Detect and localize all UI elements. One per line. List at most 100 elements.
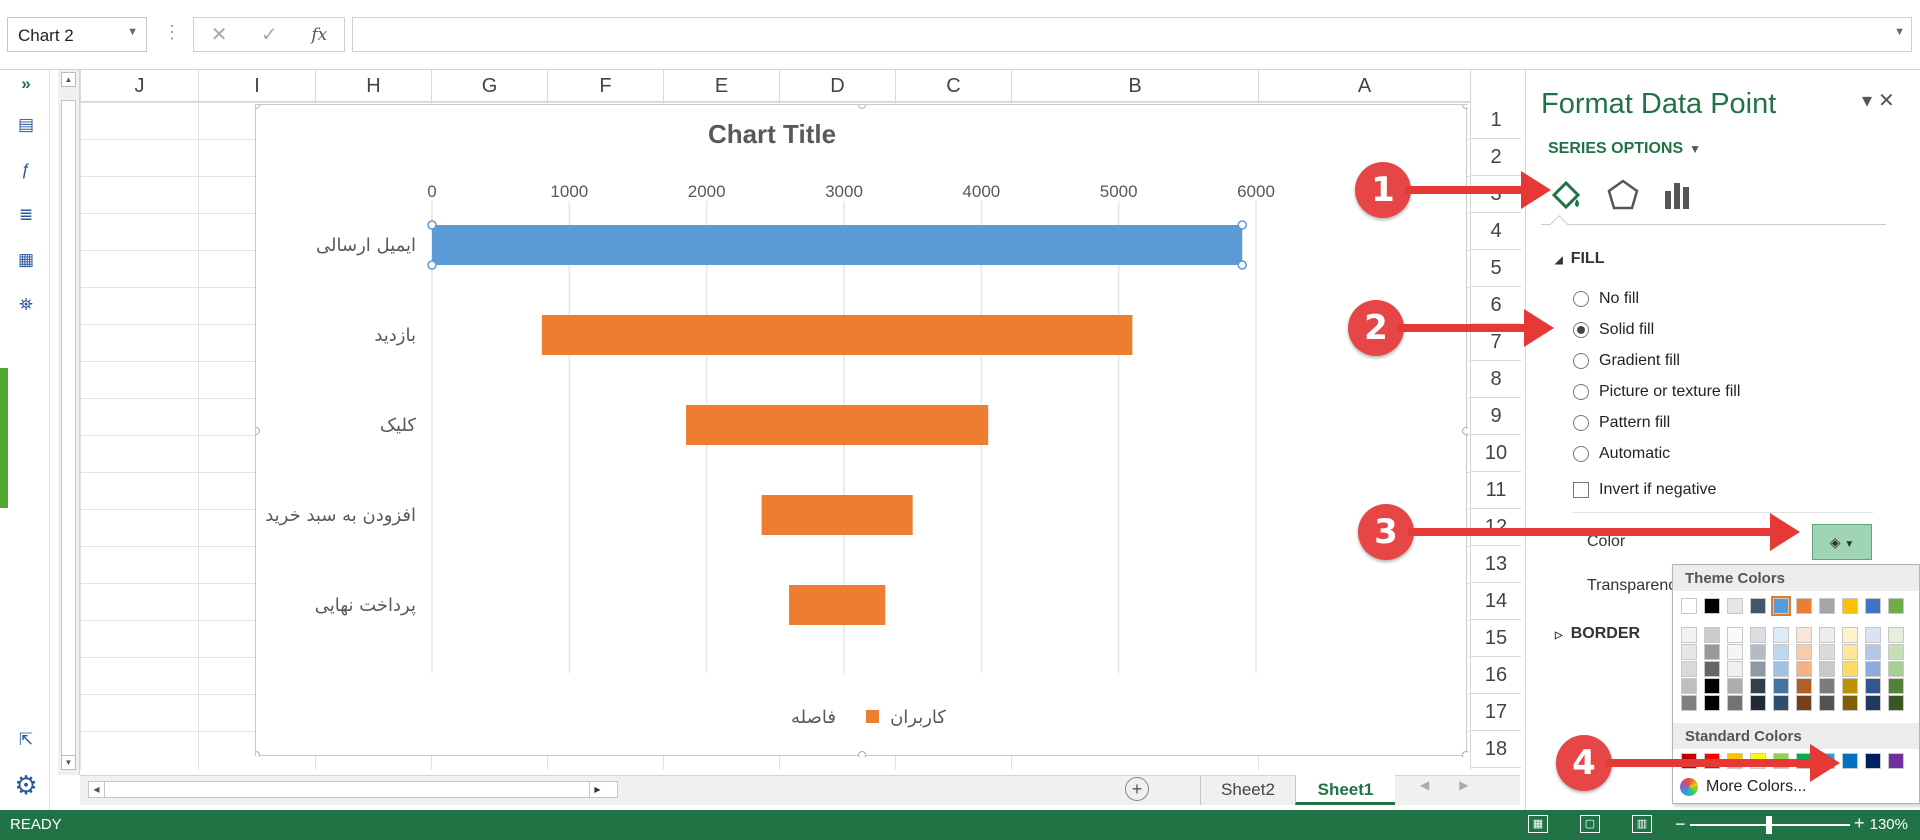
- row-header-5[interactable]: 5: [1471, 250, 1521, 287]
- normal-view-icon[interactable]: ▦: [1528, 815, 1548, 833]
- theme-shade-swatch[interactable]: [1750, 661, 1766, 677]
- theme-shade-swatch[interactable]: [1796, 644, 1812, 660]
- theme-shade-swatch[interactable]: [1865, 678, 1881, 694]
- column-header-c[interactable]: C: [895, 70, 1011, 102]
- theme-shade-swatch[interactable]: [1681, 678, 1697, 694]
- theme-shade-swatch[interactable]: [1704, 678, 1720, 694]
- standard-swatch[interactable]: [1865, 753, 1881, 769]
- theme-swatch[interactable]: [1888, 598, 1904, 614]
- theme-shade-swatch[interactable]: [1704, 627, 1720, 643]
- theme-shade-swatch[interactable]: [1819, 644, 1835, 660]
- scroll-up-icon[interactable]: ▲: [61, 72, 76, 87]
- radio-gradient-fill[interactable]: Gradient fill: [1573, 352, 1680, 370]
- radio-button[interactable]: [1573, 291, 1589, 307]
- zoom-level[interactable]: 130%: [1870, 816, 1908, 833]
- theme-shade-swatch[interactable]: [1865, 627, 1881, 643]
- column-header-g[interactable]: G: [431, 70, 547, 102]
- theme-shade-swatch[interactable]: [1865, 661, 1881, 677]
- vertical-scrollbar[interactable]: ▲ ▼: [58, 70, 80, 775]
- expand-icon[interactable]: »: [14, 74, 38, 94]
- theme-shade-swatch[interactable]: [1888, 661, 1904, 677]
- row-header-10[interactable]: 10: [1471, 435, 1521, 472]
- theme-shade-swatch[interactable]: [1773, 678, 1789, 694]
- bar-3[interactable]: [686, 405, 989, 445]
- theme-swatch[interactable]: [1771, 596, 1791, 616]
- row-header-16[interactable]: 16: [1471, 657, 1521, 694]
- theme-shade-swatch[interactable]: [1796, 678, 1812, 694]
- row-header-2[interactable]: 2: [1471, 139, 1521, 176]
- column-header-a[interactable]: A: [1258, 70, 1470, 102]
- theme-shade-swatch[interactable]: [1727, 661, 1743, 677]
- function-list-icon[interactable]: ƒ: [14, 160, 38, 180]
- side-panel-handle[interactable]: [0, 368, 8, 508]
- popout-icon[interactable]: ⇱: [14, 730, 38, 750]
- theme-shade-swatch[interactable]: [1704, 644, 1720, 660]
- zoom-thumb[interactable]: [1766, 816, 1772, 834]
- theme-shade-swatch[interactable]: [1796, 695, 1812, 711]
- theme-shade-swatch[interactable]: [1704, 661, 1720, 677]
- row-header-11[interactable]: 11: [1471, 472, 1521, 509]
- fill-color-button[interactable]: ◈ ▼: [1812, 524, 1872, 560]
- settings-icon[interactable]: ⚙: [14, 770, 38, 800]
- theme-swatch[interactable]: [1865, 598, 1881, 614]
- theme-shade-swatch[interactable]: [1819, 678, 1835, 694]
- binoculars-icon[interactable]: ⛯: [14, 295, 38, 315]
- theme-shade-swatch[interactable]: [1842, 627, 1858, 643]
- theme-shade-swatch[interactable]: [1842, 695, 1858, 711]
- tab-nav-icons[interactable]: ◀▶: [1420, 778, 1498, 792]
- insert-function-button[interactable]: fx: [311, 25, 327, 45]
- theme-shade-swatch[interactable]: [1681, 644, 1697, 660]
- row-header-14[interactable]: 14: [1471, 583, 1521, 620]
- funnel-chart[interactable]: Chart Title 0 1000 2000 3000 4000 5000 6000 ایمی…: [255, 104, 1468, 757]
- theme-shade-swatch[interactable]: [1773, 661, 1789, 677]
- theme-shade-swatch[interactable]: [1842, 644, 1858, 660]
- enter-icon[interactable]: ✓: [261, 22, 278, 47]
- theme-shade-swatch[interactable]: [1819, 695, 1835, 711]
- effects-icon[interactable]: [1603, 175, 1643, 215]
- bar-4[interactable]: [761, 495, 913, 535]
- bar-2[interactable]: [541, 315, 1133, 355]
- column-header-i[interactable]: I: [198, 70, 315, 102]
- theme-shade-swatch[interactable]: [1727, 627, 1743, 643]
- column-header-e[interactable]: E: [663, 70, 779, 102]
- legend-swatch-users[interactable]: [866, 710, 879, 723]
- cancel-icon[interactable]: ✕: [211, 22, 228, 47]
- radio-automatic[interactable]: Automatic: [1573, 445, 1670, 463]
- scroll-right-icon[interactable]: ▶: [589, 782, 605, 797]
- theme-shade-swatch[interactable]: [1888, 627, 1904, 643]
- column-header-b[interactable]: B: [1011, 70, 1258, 102]
- close-icon[interactable]: ✕: [1878, 90, 1901, 112]
- name-box[interactable]: Chart 2 ▼: [7, 17, 147, 52]
- theme-shade-swatch[interactable]: [1888, 644, 1904, 660]
- row-header-1[interactable]: 1: [1471, 102, 1521, 139]
- row-header-4[interactable]: 4: [1471, 213, 1521, 250]
- theme-shade-swatch[interactable]: [1773, 644, 1789, 660]
- theme-shade-swatch[interactable]: [1773, 695, 1789, 711]
- radio-solid-fill[interactable]: Solid fill: [1573, 321, 1654, 339]
- theme-shade-swatch[interactable]: [1750, 627, 1766, 643]
- horizontal-scrollbar[interactable]: ◀ ▶: [88, 781, 618, 798]
- row-header-13[interactable]: 13: [1471, 546, 1521, 583]
- theme-shade-swatch[interactable]: [1865, 644, 1881, 660]
- layers-icon[interactable]: ≣: [14, 205, 38, 225]
- theme-shade-swatch[interactable]: [1750, 695, 1766, 711]
- radio-picture-fill[interactable]: Picture or texture fill: [1573, 383, 1740, 401]
- theme-swatch[interactable]: [1796, 598, 1812, 614]
- page-break-icon[interactable]: ▥: [1632, 815, 1652, 833]
- fill-section-toggle[interactable]: ◢ FILL: [1555, 250, 1604, 268]
- row-header-3[interactable]: 3: [1471, 176, 1521, 213]
- theme-shade-swatch[interactable]: [1796, 627, 1812, 643]
- invert-checkbox[interactable]: Invert if negative: [1573, 481, 1716, 499]
- radio-button[interactable]: [1573, 415, 1589, 431]
- theme-swatch[interactable]: [1681, 598, 1697, 614]
- border-section-toggle[interactable]: ▷ BORDER: [1555, 625, 1640, 643]
- add-sheet-button[interactable]: +: [1125, 777, 1149, 801]
- bar-5[interactable]: [789, 585, 886, 625]
- theme-shade-swatch[interactable]: [1681, 661, 1697, 677]
- standard-swatch[interactable]: [1842, 753, 1858, 769]
- scroll-down-icon[interactable]: ▼: [61, 755, 76, 770]
- theme-swatch[interactable]: [1727, 598, 1743, 614]
- row-header-6[interactable]: 6: [1471, 287, 1521, 324]
- theme-shade-swatch[interactable]: [1888, 678, 1904, 694]
- standard-swatch[interactable]: [1888, 753, 1904, 769]
